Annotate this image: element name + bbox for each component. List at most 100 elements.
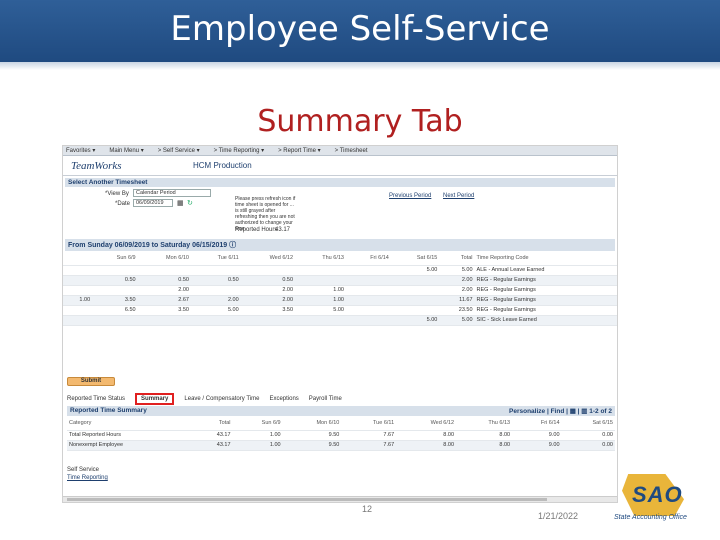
reported-hours-label: Reported Hours [235,227,278,233]
timesheet-row: 0.50 0.50 0.50 0.50 2.00 REG - Regular Earnin… [63,275,617,286]
view-by-select[interactable]: Calendar Period [133,189,211,197]
hours-input[interactable]: 6.50 [92,305,138,316]
hours-input[interactable] [63,265,93,276]
time-reporting-code-select: REG - Regular Earnings [474,305,617,316]
refresh-icon[interactable]: ↻ [187,199,193,207]
footer-time-reporting-link[interactable]: Time Reporting [67,474,108,482]
hours-input[interactable] [137,315,191,326]
horizontal-scrollbar[interactable] [63,496,617,502]
timesheet-screenshot: Favorites ▾ Main Menu ▾ > Self Service ▾… [62,145,618,503]
reported-hours-value: 43.17 [275,227,291,233]
summary-hours: 0.00 [561,440,615,451]
slide-title: Employee Self-Service [170,9,550,49]
menu-time-reporting[interactable]: > Time Reporting ▾ [214,147,265,154]
hours-input[interactable]: 5.00 [390,265,440,276]
summary-title: Reported Time Summary [70,407,147,414]
hours-input[interactable] [137,265,191,276]
timesheet-row: 5.00 5.00 SIC - Sick Leave Earned [63,315,617,326]
tab-exceptions[interactable]: Exceptions [269,396,298,402]
menu-timesheet[interactable]: > Timesheet [335,148,368,154]
menu-favorites[interactable]: Favorites ▾ [66,147,95,154]
sum-header-cell: Thu 6/13 [456,416,513,431]
hours-input[interactable]: 0.50 [92,275,138,286]
ts-header-cell: Total [439,251,475,266]
time-reporting-code-select: SIC - Sick Leave Earned [474,315,617,326]
hours-input[interactable] [63,285,93,296]
hours-input[interactable] [295,275,346,286]
hours-input[interactable] [390,305,440,316]
hours-input[interactable] [63,315,93,326]
hours-input[interactable]: 1.00 [295,295,346,306]
submit-button[interactable]: Submit [67,377,115,386]
hours-input[interactable] [92,285,138,296]
hours-input[interactable]: 0.50 [190,275,241,286]
hours-input[interactable] [190,285,241,296]
scrollbar-thumb[interactable] [67,498,547,501]
hours-input[interactable] [63,275,93,286]
hours-input[interactable]: 5.00 [190,305,241,316]
hours-input[interactable]: 3.50 [137,305,191,316]
hours-input[interactable] [92,315,138,326]
ts-header-cell: Wed 6/12 [240,251,296,266]
hours-input[interactable]: 0.50 [137,275,191,286]
hours-input[interactable] [390,285,440,296]
hours-input[interactable]: 2.00 [190,295,241,306]
ts-header-cell: Sun 6/9 [92,251,138,266]
summary-hours: 7.67 [341,430,397,441]
menu-main[interactable]: Main Menu ▾ [109,147,143,154]
menu-report-time[interactable]: > Report Time ▾ [278,147,321,154]
hours-input[interactable] [390,275,440,286]
select-timesheet-area: *View By Calendar Period *Date 06/09/201… [63,187,617,237]
summary-hours: 43.17 [193,430,233,441]
time-reporting-code-select: ALE - Annual Leave Earned [474,265,617,276]
hours-input[interactable]: 1.00 [295,285,346,296]
hours-input[interactable] [345,275,391,286]
next-period-link[interactable]: Next Period [443,193,474,199]
hours-input[interactable]: 5.00 [390,315,440,326]
tab-payroll-time[interactable]: Payroll Time [309,396,342,402]
sum-header-cell: Wed 6/12 [396,416,457,431]
hours-input[interactable] [63,305,93,316]
hours-input[interactable]: 2.67 [137,295,191,306]
date-input[interactable]: 06/09/2019 [133,199,173,207]
hours-input[interactable]: 2.00 [240,285,296,296]
hours-input[interactable]: 3.50 [240,305,296,316]
row-total: 23.50 [439,305,475,316]
tab-leave-compensatory[interactable]: Leave / Compensatory Time [184,396,259,402]
previous-period-link[interactable]: Previous Period [389,193,431,199]
tab-reported-time-status[interactable]: Reported Time Status [67,396,125,402]
hours-input[interactable]: 3.50 [92,295,138,306]
tab-summary[interactable]: Summary [135,393,175,405]
help-icon[interactable]: ⓘ [229,242,236,249]
time-reporting-code-select: REG - Regular Earnings [474,285,617,296]
slide-date: 1/21/2022 [538,511,579,521]
hours-input[interactable] [345,285,391,296]
hours-input[interactable] [92,265,138,276]
hours-input[interactable] [345,295,391,306]
time-reporting-code-select: REG - Regular Earnings [474,275,617,286]
hours-input[interactable]: 1.00 [63,295,93,306]
summary-grid: Category Total Sun 6/9 Mon 6/10 Tue 6/11 Wed … [67,416,615,451]
hours-input[interactable] [345,265,391,276]
hours-input[interactable] [345,305,391,316]
sao-logo-subtext: State Accounting Office [614,514,687,521]
hours-input[interactable]: 2.00 [240,295,296,306]
hours-input[interactable] [240,265,296,276]
hours-input[interactable] [190,265,241,276]
summary-toolbar[interactable]: Personalize | Find | ▦ | ▥ 1-2 of 2 [509,407,612,415]
ts-header-cell: Sat 6/15 [390,251,440,266]
hours-input[interactable] [240,315,296,326]
hours-input[interactable]: 2.00 [137,285,191,296]
row-total: 2.00 [439,275,475,286]
summary-hours: 43.17 [193,440,233,451]
slide-subtitle: Summary Tab [257,104,463,139]
menu-self-service[interactable]: > Self Service ▾ [158,147,200,154]
hours-input[interactable] [295,265,346,276]
hours-input[interactable] [295,315,346,326]
hours-input[interactable] [345,315,391,326]
hours-input[interactable]: 0.50 [240,275,296,286]
hours-input[interactable] [390,295,440,306]
hours-input[interactable] [190,315,241,326]
hours-input[interactable]: 5.00 [295,305,346,316]
calendar-icon[interactable]: ▦ [177,199,184,207]
